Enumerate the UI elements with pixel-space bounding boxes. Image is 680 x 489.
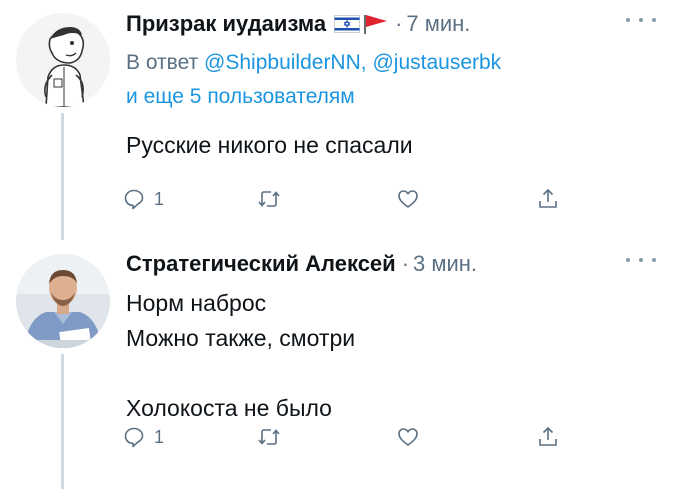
tweet-1[interactable]: Призрак иудаизма · 7 мин. В ответ @Shipb… bbox=[0, 0, 680, 240]
reply-prefix: В ответ bbox=[126, 51, 199, 74]
avatar[interactable] bbox=[16, 254, 110, 348]
tweet-text-line: Норм наброс bbox=[126, 290, 267, 316]
retweet-icon bbox=[258, 429, 280, 445]
thread-line bbox=[61, 354, 64, 489]
tweet-actions: 1 bbox=[122, 420, 592, 454]
mention-separator: , bbox=[360, 51, 367, 74]
israel-flag-icon bbox=[334, 15, 361, 33]
reply-button[interactable]: 1 bbox=[122, 182, 164, 216]
timestamp[interactable]: 3 мин. bbox=[413, 251, 477, 277]
more-options-icon[interactable] bbox=[626, 12, 656, 28]
like-button[interactable] bbox=[396, 420, 420, 454]
tweet-text-line: Можно также, смотри bbox=[126, 325, 356, 351]
thread-line bbox=[61, 113, 64, 240]
share-icon bbox=[539, 188, 557, 208]
tweet-text: Русские никого не спасали bbox=[126, 128, 646, 163]
tweet-header: Стратегический Алексей · 3 мин. bbox=[126, 249, 477, 279]
reply-count: 1 bbox=[154, 188, 165, 209]
retweet-icon bbox=[258, 191, 280, 207]
tweet-actions: 1 bbox=[122, 182, 592, 216]
like-button[interactable] bbox=[396, 182, 420, 216]
retweet-button[interactable] bbox=[256, 420, 282, 454]
name-emoji-badges bbox=[334, 13, 389, 35]
meta-separator: · bbox=[401, 251, 410, 276]
tweet-text: Норм наброс Можно также, смотри Холокост… bbox=[126, 286, 646, 426]
reply-count: 1 bbox=[154, 426, 165, 447]
share-icon bbox=[539, 426, 557, 446]
tweet-2[interactable]: Стратегический Алексей · 3 мин. Норм наб… bbox=[0, 240, 680, 489]
timestamp[interactable]: 7 мин. bbox=[406, 11, 470, 37]
cartoon-character-avatar-icon bbox=[16, 13, 110, 107]
mention-link[interactable]: @justauserbk bbox=[372, 51, 501, 74]
avatar[interactable] bbox=[16, 13, 110, 107]
share-button[interactable] bbox=[536, 420, 560, 454]
red-pennant-icon bbox=[364, 15, 388, 34]
share-button[interactable] bbox=[536, 182, 560, 216]
more-users-link[interactable]: и еще 5 пользователям bbox=[126, 85, 355, 108]
man-photo-avatar-icon bbox=[16, 254, 110, 348]
display-name[interactable]: Призрак иудаизма bbox=[126, 11, 326, 37]
tweet-header: Призрак иудаизма · 7 мин. bbox=[126, 9, 470, 39]
heart-icon bbox=[398, 190, 418, 208]
heart-icon bbox=[398, 428, 418, 446]
reply-icon bbox=[124, 189, 144, 210]
retweet-button[interactable] bbox=[256, 182, 282, 216]
display-name[interactable]: Стратегический Алексей bbox=[126, 251, 396, 277]
reply-context: В ответ @ShipbuilderNN, @justauserbk и е… bbox=[126, 46, 656, 114]
tweet-text-line: Русские никого не спасали bbox=[126, 132, 413, 158]
more-options-icon[interactable] bbox=[626, 252, 656, 268]
reply-button[interactable]: 1 bbox=[122, 420, 164, 454]
mention-link[interactable]: @ShipbuilderNN bbox=[204, 51, 361, 74]
meta-separator: · bbox=[395, 11, 403, 36]
reply-icon bbox=[124, 427, 144, 448]
tweet-text-line bbox=[126, 356, 646, 391]
